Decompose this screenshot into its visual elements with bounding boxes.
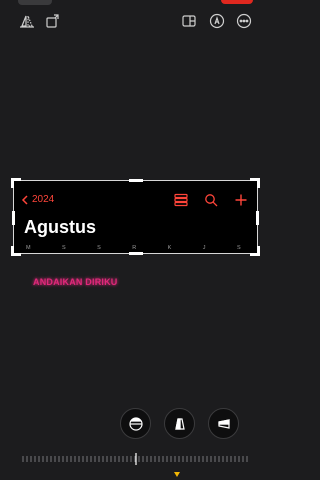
overlay-caption: ANDAIKAN DIRIKU <box>33 277 118 287</box>
weekday-label: M <box>26 245 31 251</box>
markup-icon[interactable] <box>208 12 226 30</box>
search-icon <box>203 193 219 207</box>
horizontal-perspective-button[interactable] <box>208 408 239 439</box>
top-done-pill[interactable] <box>221 0 253 4</box>
weekday-header: M S S R K J S <box>26 245 241 251</box>
crop-handle-top[interactable] <box>129 179 143 182</box>
crop-handle-bottom[interactable] <box>129 252 143 255</box>
weekday-label: S <box>236 245 241 251</box>
angle-ruler[interactable] <box>22 453 250 465</box>
rotate-icon[interactable] <box>44 12 62 30</box>
shape-icon[interactable] <box>18 12 36 30</box>
aspect-ratio-icon[interactable] <box>180 12 198 30</box>
weekday-label: R <box>132 245 137 251</box>
crop-handle-bottom-right[interactable] <box>250 246 260 256</box>
calendar-actions <box>173 193 249 207</box>
straighten-tool-button[interactable] <box>120 408 151 439</box>
crop-handle-right[interactable] <box>256 211 259 225</box>
perspective-horizontal-icon <box>217 418 230 429</box>
level-icon <box>128 416 143 431</box>
weekday-label: S <box>97 245 102 251</box>
ruler-position-indicator <box>174 472 180 477</box>
more-icon[interactable] <box>235 12 253 30</box>
list-view-icon <box>173 193 189 207</box>
add-icon <box>233 193 249 207</box>
crop-handle-bottom-left[interactable] <box>11 246 21 256</box>
top-cancel-pill[interactable] <box>18 0 52 5</box>
perspective-vertical-icon <box>174 417 185 430</box>
month-title: Agustus <box>24 217 96 237</box>
crop-frame[interactable]: 2024 Agustus M S S R K J S <box>11 178 260 256</box>
vertical-perspective-button[interactable] <box>164 408 195 439</box>
weekday-label: K <box>167 245 172 251</box>
crop-handle-top-right[interactable] <box>250 178 260 188</box>
back-to-year: 2024 <box>21 194 54 205</box>
back-year-label: 2024 <box>32 194 55 205</box>
chevron-left-icon <box>21 194 28 205</box>
weekday-label: J <box>202 245 206 251</box>
crop-handle-top-left[interactable] <box>11 178 21 188</box>
weekday-label: S <box>62 245 66 251</box>
crop-handle-left[interactable] <box>12 211 15 225</box>
